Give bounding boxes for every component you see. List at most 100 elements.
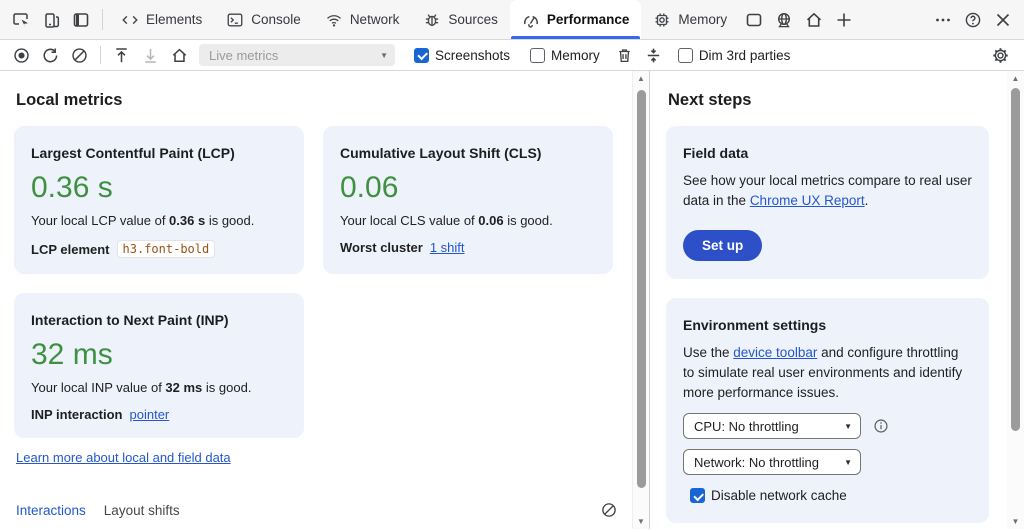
inp-interaction-label: INP interaction [31,407,123,422]
inspect-element-button[interactable] [6,0,36,39]
performance-toolbar: Live metrics ▼ Screenshots Memory [0,40,1024,71]
capture-settings-button[interactable] [987,42,1014,68]
lcp-element-label: LCP element [31,242,110,257]
tab-label: Memory [678,12,727,27]
device-toolbar-icon [41,10,61,30]
live-metrics-home-button[interactable] [166,42,193,68]
lcp-value: 0.36 s [31,171,287,205]
network-throttling-select[interactable]: Network: No throttling ▼ [683,449,861,475]
collect-garbage-icon [644,46,663,65]
plus-icon [834,10,854,30]
home-panel-button[interactable] [799,0,829,39]
record-button[interactable] [8,42,35,68]
memory-checkbox[interactable] [530,48,545,63]
scroll-down-icon[interactable]: ▼ [633,514,649,529]
tab-sources[interactable]: Sources [411,0,510,39]
close-icon [993,10,1013,30]
cls-worst-cluster-label: Worst cluster [340,240,423,255]
screenshots-checkbox-label[interactable]: Screenshots [414,48,510,63]
lcp-element-row: LCP element h3.font-bold [31,240,287,258]
crux-report-link[interactable]: Chrome UX Report [750,193,865,208]
code-icon [121,11,139,29]
tab-network[interactable]: Network [313,0,412,39]
learn-more-link[interactable]: Learn more about local and field data [16,450,231,465]
inp-interaction-row: INP interaction pointer [31,407,287,422]
cpu-throttling-row: CPU: No throttling ▼ [683,413,972,439]
scroll-down-icon[interactable]: ▼ [1007,514,1024,529]
tabbar-right-controls [928,0,1024,39]
tab-label: Network [350,12,400,27]
network-icon [325,11,343,29]
scroll-up-icon[interactable]: ▲ [633,71,649,86]
memory-checkbox-label[interactable]: Memory [530,48,600,63]
next-steps-panel: Next steps Field data See how your local… [650,71,1007,529]
tab-memory[interactable]: Memory [641,0,739,39]
field-data-card: Field data See how your local metrics co… [666,126,989,279]
cls-card: Cumulative Layout Shift (CLS) 0.06 Your … [323,126,613,274]
close-devtools-button[interactable] [988,10,1018,30]
globe-icon [774,10,794,30]
scrollbar-thumb[interactable] [637,90,646,488]
tab-elements[interactable]: Elements [109,0,214,39]
dim-3rd-parties-checkbox-label[interactable]: Dim 3rd parties [678,48,791,63]
cpu-info-button[interactable] [872,417,890,435]
disable-cache-checkbox-label[interactable]: Disable network cache [690,488,972,503]
lcp-element-node[interactable]: h3.font-bold [117,240,216,258]
scrollbar-thumb[interactable] [1011,88,1020,430]
save-profile-button[interactable] [137,42,164,68]
clear-log-button[interactable] [600,501,618,519]
cls-worst-cluster-link[interactable]: 1 shift [430,240,465,255]
console-icon [226,11,244,29]
tab-console[interactable]: Console [214,0,313,39]
application-panel-button[interactable] [739,0,769,39]
home-icon [170,46,189,65]
local-metrics-title: Local metrics [16,91,616,110]
upload-icon [112,46,131,65]
clear-storage-button[interactable] [611,42,638,68]
gear-icon [991,46,1010,65]
collect-garbage-button[interactable] [640,42,667,68]
chevron-down-icon: ▼ [844,422,852,431]
disable-cache-row: Disable network cache [690,488,972,503]
inp-interaction-link[interactable]: pointer [130,407,170,422]
set-up-button[interactable]: Set up [683,230,762,261]
history-select-value: Live metrics [209,48,278,63]
cpu-throttling-select[interactable]: CPU: No throttling ▼ [683,413,861,439]
screenshots-checkbox[interactable] [414,48,429,63]
device-toolbar-button[interactable] [36,0,66,39]
dim-3rd-parties-checkbox[interactable] [678,48,693,63]
environment-settings-text: Use the device toolbar and configure thr… [683,343,972,404]
performance-panel-body: Local metrics Largest Contentful Paint (… [0,71,1024,529]
chevron-down-icon: ▼ [380,51,388,60]
dock-side-icon [71,10,91,30]
toolbar-separator [100,46,101,64]
performance-icon [522,11,540,29]
clear-icon [70,46,89,65]
history-select[interactable]: Live metrics ▼ [199,44,395,66]
tab-interactions[interactable]: Interactions [16,503,86,518]
scroll-up-icon[interactable]: ▲ [1007,71,1024,86]
network-conditions-button[interactable] [769,0,799,39]
device-toolbar-link[interactable]: device toolbar [733,345,817,360]
record-and-reload-button[interactable] [37,42,64,68]
metric-cards: Largest Contentful Paint (LCP) 0.36 s Yo… [14,126,616,438]
environment-settings-title: Environment settings [683,317,972,333]
dock-side-button[interactable] [66,0,96,39]
more-tabs-button[interactable] [829,0,859,39]
tab-layout-shifts[interactable]: Layout shifts [104,503,180,518]
reload-record-icon [41,46,60,65]
field-data-text: See how your local metrics compare to re… [683,171,972,212]
inp-card: Interaction to Next Paint (INP) 32 ms Yo… [14,293,304,438]
help-button[interactable] [958,10,988,30]
customize-devtools-button[interactable] [928,10,958,30]
right-panel-scrollbar[interactable]: ▲ ▼ [1007,71,1024,529]
clear-button[interactable] [66,42,93,68]
inp-card-title: Interaction to Next Paint (INP) [31,312,287,328]
tab-performance[interactable]: Performance [510,0,642,39]
devtools-window: Elements Console Network [0,0,1024,529]
network-throttling-row: Network: No throttling ▼ [683,449,972,475]
trash-icon [615,46,634,65]
load-profile-button[interactable] [108,42,135,68]
left-panel-scrollbar[interactable]: ▲ ▼ [632,71,649,529]
disable-cache-checkbox[interactable] [690,488,705,503]
